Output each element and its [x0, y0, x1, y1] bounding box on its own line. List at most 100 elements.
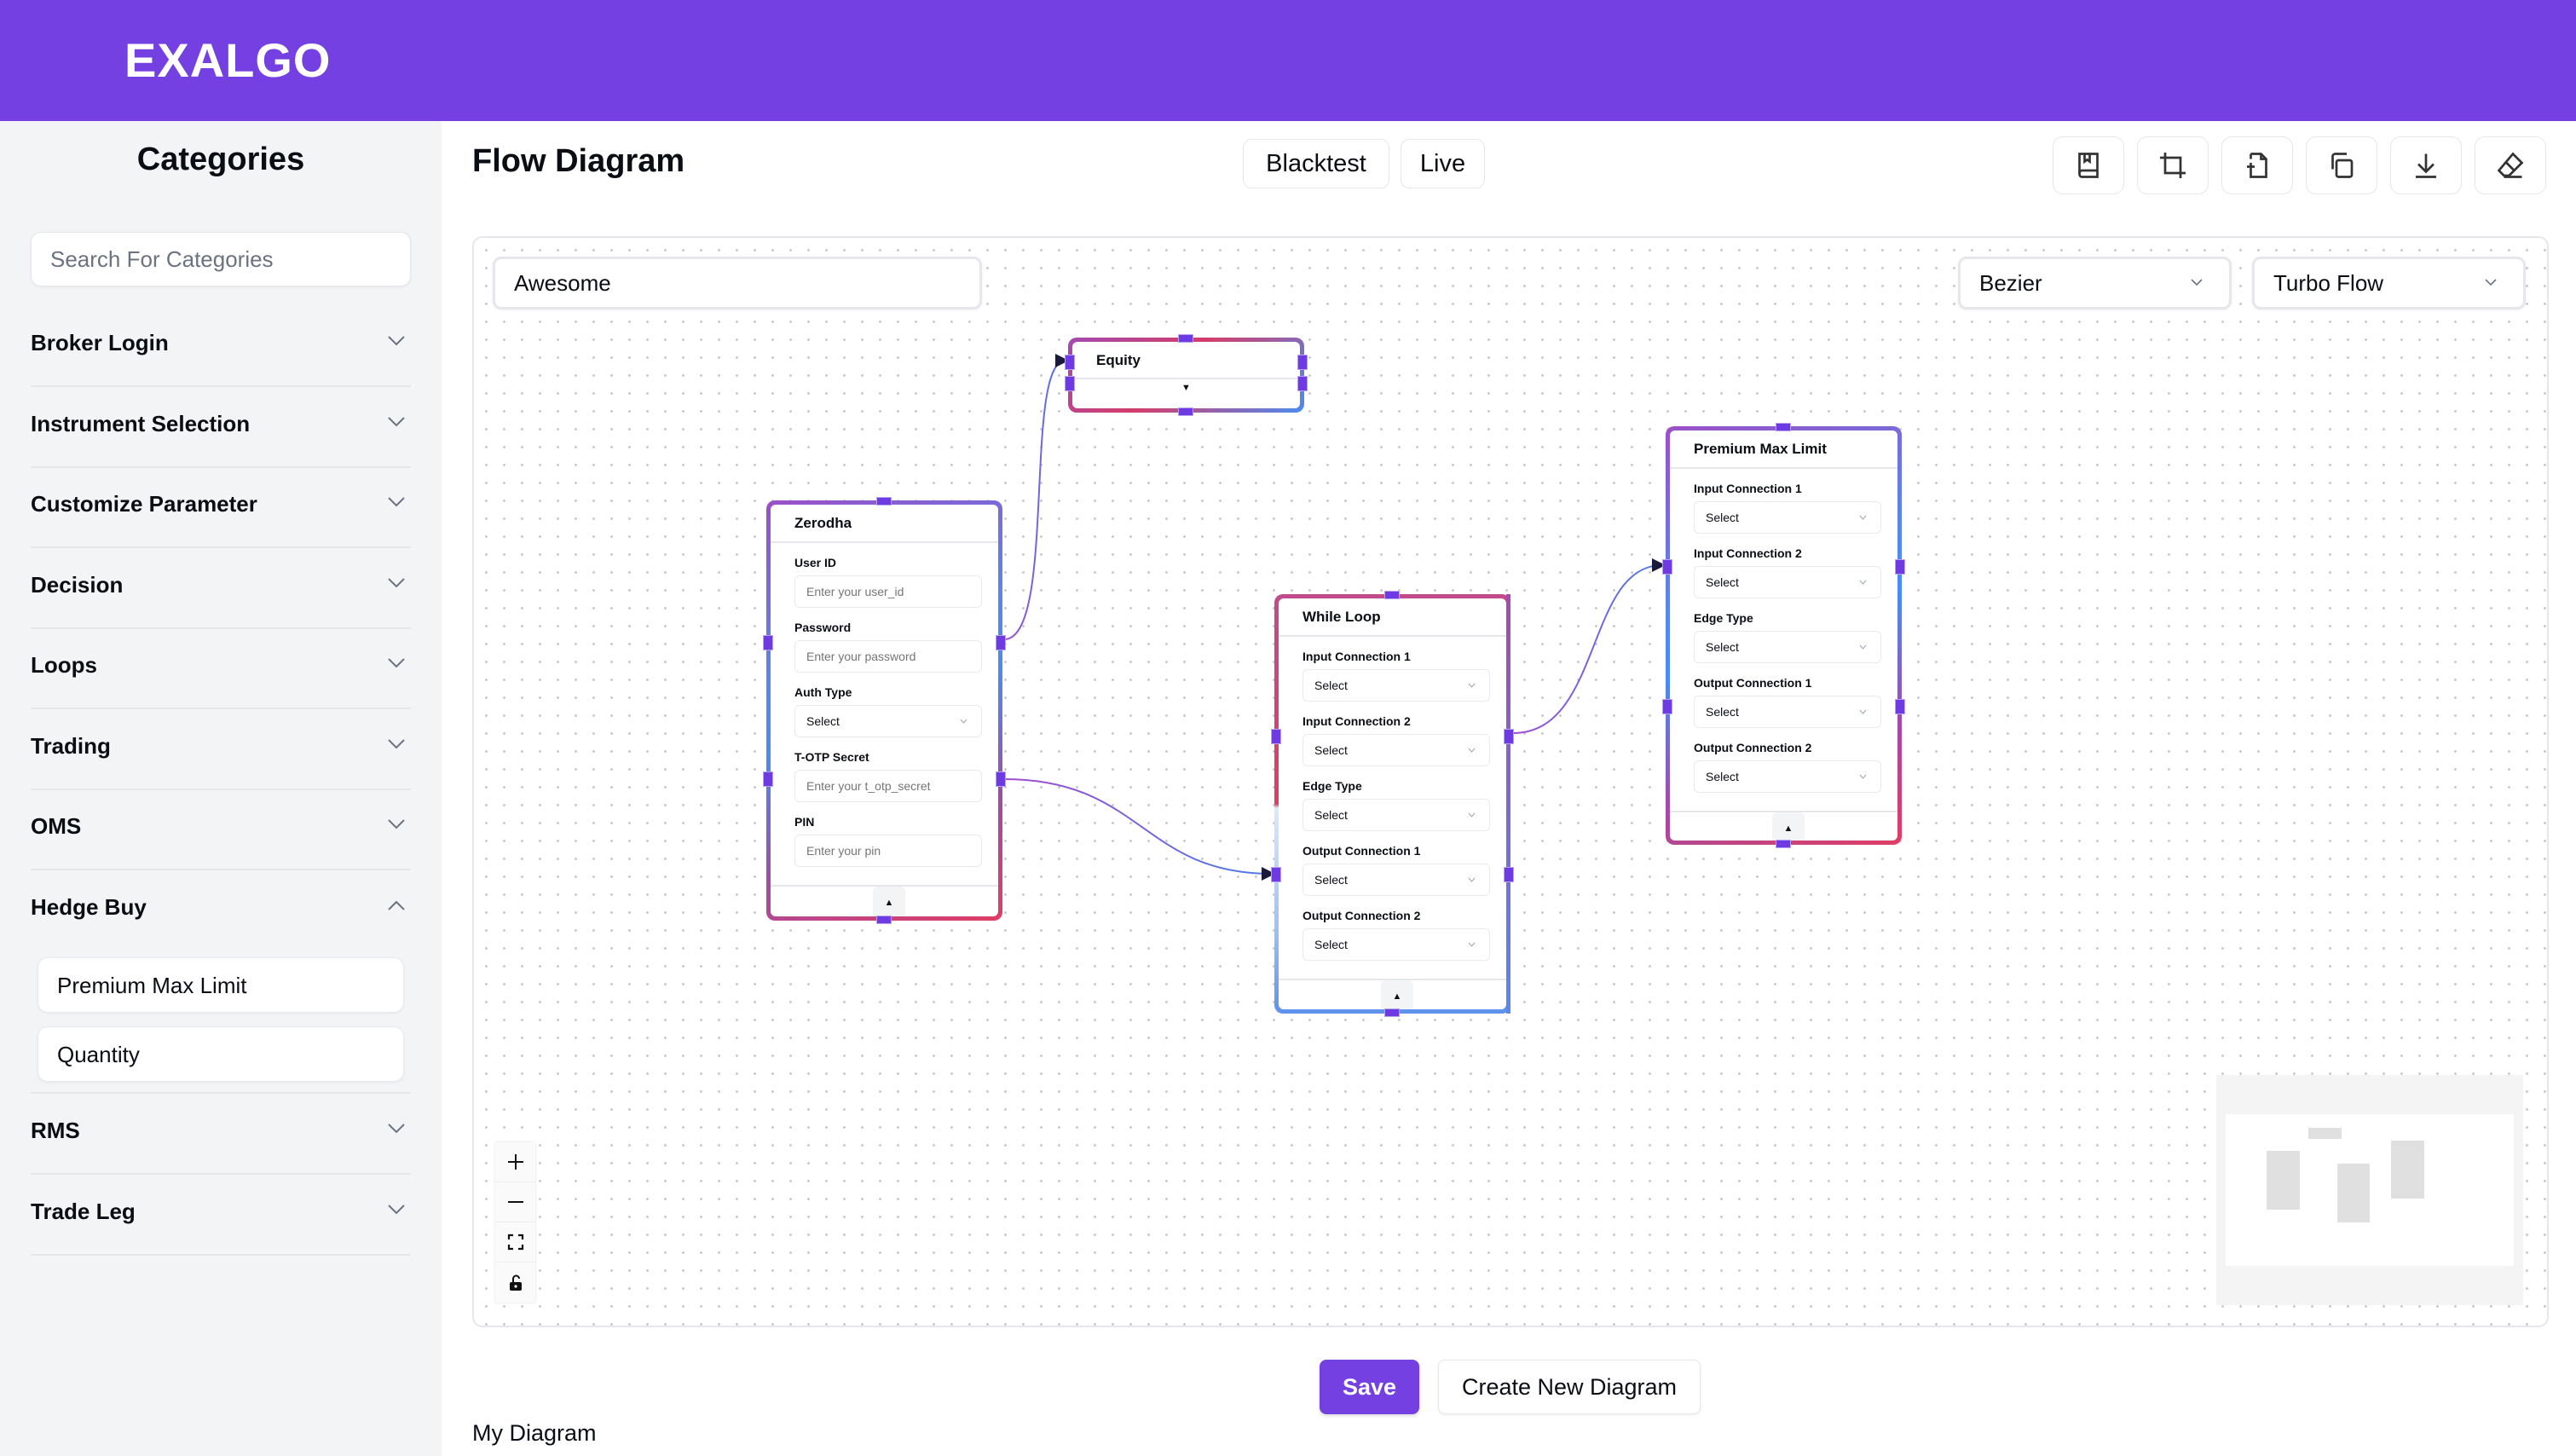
category-customize-parameter[interactable]: Customize Parameter: [31, 467, 411, 548]
save-button[interactable]: Save: [1320, 1360, 1419, 1414]
live-mode-button[interactable]: Live: [1401, 139, 1485, 188]
handle-right-2[interactable]: [996, 771, 1006, 787]
category-search-input[interactable]: [31, 232, 411, 286]
chevron-down-icon: [1468, 812, 1476, 818]
minus-icon: [507, 1201, 523, 1203]
flow-style-select[interactable]: Turbo Flow: [2252, 257, 2526, 309]
crop-button[interactable]: [2137, 136, 2209, 194]
chevron-down-icon: [388, 497, 405, 507]
handle-right-2[interactable]: [1895, 699, 1905, 714]
field-label: Input Connection 2: [1694, 546, 1802, 560]
handle-bottom[interactable]: [1178, 407, 1193, 416]
handle-left-1[interactable]: [1271, 729, 1281, 744]
handle-right-2[interactable]: [1504, 867, 1514, 882]
new-file-button[interactable]: [2221, 136, 2293, 194]
handle-left-1[interactable]: [763, 635, 773, 650]
totp-secret-input[interactable]: [794, 770, 982, 802]
category-instrument-selection[interactable]: Instrument Selection: [31, 387, 411, 468]
handle-left-2[interactable]: [1662, 699, 1672, 714]
input-connection-2-select[interactable]: Select: [1694, 566, 1881, 598]
user-id-input[interactable]: [794, 575, 982, 608]
edge-type-node-select[interactable]: Select: [1302, 799, 1490, 831]
handle-left-source[interactable]: [1065, 376, 1075, 391]
handle-top[interactable]: [876, 497, 892, 506]
node-equity[interactable]: Equity ▼: [1065, 334, 1308, 416]
fit-view-button[interactable]: [495, 1222, 535, 1262]
copy-button[interactable]: [2306, 136, 2377, 194]
handle-top[interactable]: [1776, 423, 1791, 431]
input-connection-1-select[interactable]: Select: [1694, 501, 1881, 534]
chevron-down-icon: [1859, 774, 1867, 779]
category-oms[interactable]: OMS: [31, 789, 411, 870]
handle-left-target[interactable]: [1065, 355, 1075, 370]
handle-right-1[interactable]: [996, 635, 1006, 650]
node-premium-max-limit[interactable]: Premium Max Limit Input Connection 1 Sel…: [1662, 423, 1905, 848]
blacktest-mode-button[interactable]: Blacktest: [1243, 139, 1389, 188]
input-connection-1-select[interactable]: Select: [1302, 669, 1490, 702]
category-loops[interactable]: Loops: [31, 628, 411, 709]
password-input[interactable]: [794, 640, 982, 673]
node-border-right: [1506, 594, 1510, 1014]
handle-bottom[interactable]: [1776, 840, 1791, 848]
subcategory-quantity[interactable]: Quantity: [38, 1026, 404, 1082]
expand-caret-icon[interactable]: ▼: [1072, 383, 1300, 393]
select-value: Select: [1314, 679, 1348, 692]
bookmark-book-icon: [2078, 153, 2099, 178]
save-template-button[interactable]: [2053, 136, 2124, 194]
create-new-diagram-button[interactable]: Create New Diagram: [1438, 1360, 1701, 1414]
handle-left-2[interactable]: [763, 771, 773, 787]
minimap[interactable]: [2216, 1075, 2523, 1305]
select-value: Select: [1314, 938, 1348, 951]
node-zerodha[interactable]: Zerodha User ID Password Auth Type Selec…: [763, 497, 1006, 924]
handle-top[interactable]: [1178, 334, 1193, 343]
category-trading[interactable]: Trading: [31, 709, 411, 790]
handle-bottom[interactable]: [1384, 1008, 1400, 1017]
chevron-down-icon: [1859, 644, 1867, 650]
toggle-lock-button[interactable]: [495, 1262, 535, 1303]
auth-type-select[interactable]: Select: [794, 705, 982, 737]
node-title: Zerodha: [794, 515, 852, 531]
chevron-down-icon: [2191, 279, 2203, 286]
handle-top[interactable]: [1384, 591, 1400, 599]
sidebar-title: Categories: [136, 142, 305, 177]
node-while-loop[interactable]: While Loop Input Connection 1 Select Inp…: [1271, 591, 1514, 1017]
zoom-out-button[interactable]: [495, 1182, 535, 1222]
category-trade-leg[interactable]: Trade Leg: [31, 1175, 411, 1256]
canvas-controls: [495, 1142, 535, 1303]
handle-left-2[interactable]: [1271, 867, 1281, 882]
handle-right-source[interactable]: [1297, 355, 1308, 370]
field-label: Output Connection 2: [1694, 741, 1812, 754]
diagram-name-input[interactable]: [493, 257, 982, 309]
output-connection-1-select[interactable]: Select: [1302, 864, 1490, 896]
select-value: Select: [1706, 511, 1739, 524]
download-button[interactable]: [2390, 136, 2462, 194]
collapse-button[interactable]: ▲: [1381, 980, 1413, 1009]
edge-type-node-select[interactable]: Select: [1694, 631, 1881, 663]
output-connection-2-select[interactable]: Select: [1302, 928, 1490, 961]
edge-type-select[interactable]: Bezier: [1958, 257, 2232, 309]
edge-type-value: Bezier: [1979, 269, 2042, 296]
select-value: Select: [1314, 743, 1348, 757]
handle-right-1[interactable]: [1895, 559, 1905, 575]
output-connection-2-select[interactable]: Select: [1694, 760, 1881, 793]
clear-button[interactable]: [2475, 136, 2546, 194]
handle-right-1[interactable]: [1504, 729, 1514, 744]
category-rms[interactable]: RMS: [31, 1094, 411, 1175]
subcategory-premium-max-limit[interactable]: Premium Max Limit: [38, 957, 404, 1013]
input-connection-2-select[interactable]: Select: [1302, 734, 1490, 766]
minimap-viewport[interactable]: [2226, 1114, 2514, 1266]
zoom-in-button[interactable]: [495, 1142, 535, 1182]
handle-bottom[interactable]: [876, 916, 892, 924]
subcategory-label: Premium Max Limit: [57, 973, 247, 998]
pin-input[interactable]: [794, 835, 982, 867]
collapse-button[interactable]: ▲: [1772, 812, 1805, 841]
handle-left-1[interactable]: [1662, 559, 1672, 575]
chevron-down-icon: [388, 1124, 405, 1134]
collapse-button[interactable]: ▲: [873, 887, 905, 916]
category-decision[interactable]: Decision: [31, 548, 411, 629]
handle-right-target[interactable]: [1297, 376, 1308, 391]
category-broker-login[interactable]: Broker Login: [31, 306, 411, 387]
page-title: Flow Diagram: [472, 143, 685, 179]
divider: [771, 541, 998, 543]
output-connection-1-select[interactable]: Select: [1694, 696, 1881, 728]
